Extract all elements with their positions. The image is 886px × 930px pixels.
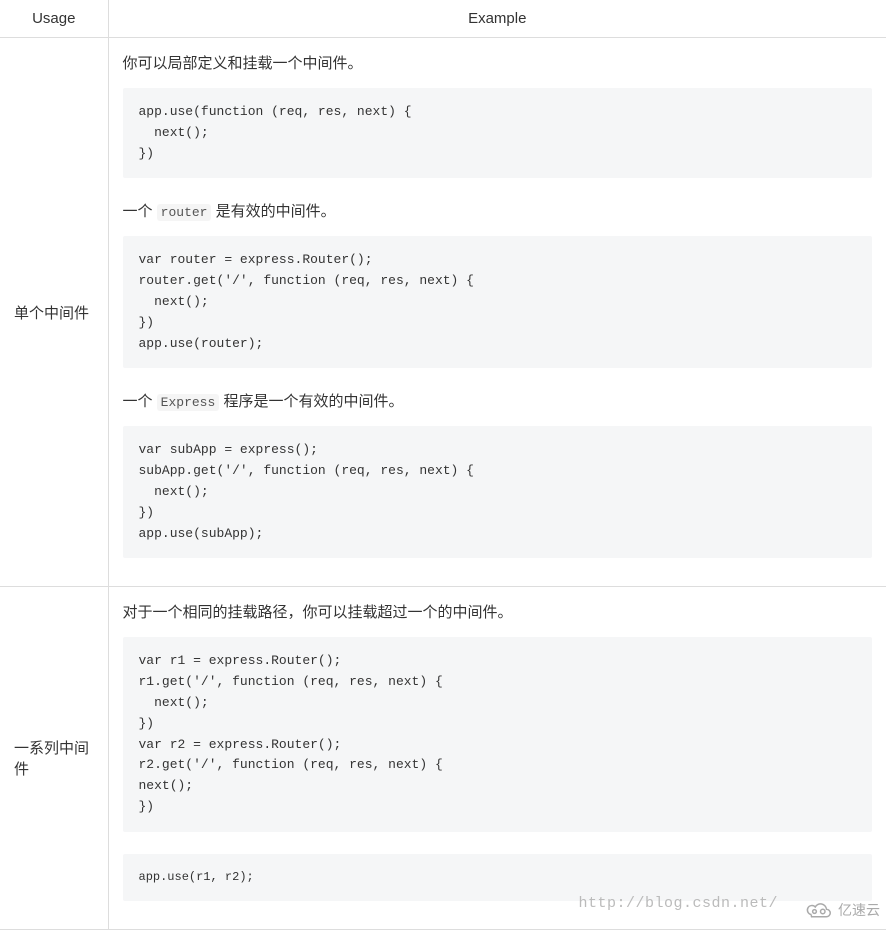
header-row: Usage Example (0, 0, 886, 38)
code-block: var router = express.Router(); router.ge… (123, 236, 873, 368)
cloud-icon (804, 900, 834, 920)
description-text: 你可以局部定义和挂载一个中间件。 (123, 52, 873, 76)
description-text: 一个 Express 程序是一个有效的中间件。 (123, 390, 873, 414)
example-cell: 对于一个相同的挂载路径，你可以挂载超过一个的中间件。 var r1 = expre… (108, 587, 886, 930)
description-text: 一个 router 是有效的中间件。 (123, 200, 873, 224)
description-text: 对于一个相同的挂载路径，你可以挂载超过一个的中间件。 (123, 601, 873, 625)
table-row: 一系列中间件对于一个相同的挂载路径，你可以挂载超过一个的中间件。 var r1 =… (0, 587, 886, 930)
watermark-url: http://blog.csdn.net/ (578, 895, 778, 912)
watermark-logo-text: 亿速云 (838, 900, 880, 920)
example-cell: 你可以局部定义和挂载一个中间件。 app.use(function (req, r… (108, 38, 886, 587)
inline-code: Express (157, 394, 220, 411)
header-example: Example (108, 0, 886, 38)
inline-code: router (157, 204, 212, 221)
middleware-table: Usage Example 单个中间件你可以局部定义和挂载一个中间件。 app.u… (0, 0, 886, 930)
usage-cell: 一系列中间件 (0, 587, 108, 930)
header-usage: Usage (0, 0, 108, 38)
code-block: app.use(function (req, res, next) { next… (123, 88, 873, 178)
code-block: app.use(r1, r2); (123, 854, 873, 901)
code-block: var r1 = express.Router(); r1.get('/', f… (123, 637, 873, 831)
table-row: 单个中间件你可以局部定义和挂载一个中间件。 app.use(function (r… (0, 38, 886, 587)
usage-cell: 单个中间件 (0, 38, 108, 587)
code-block: var subApp = express(); subApp.get('/', … (123, 426, 873, 558)
watermark-logo: 亿速云 (804, 900, 880, 920)
